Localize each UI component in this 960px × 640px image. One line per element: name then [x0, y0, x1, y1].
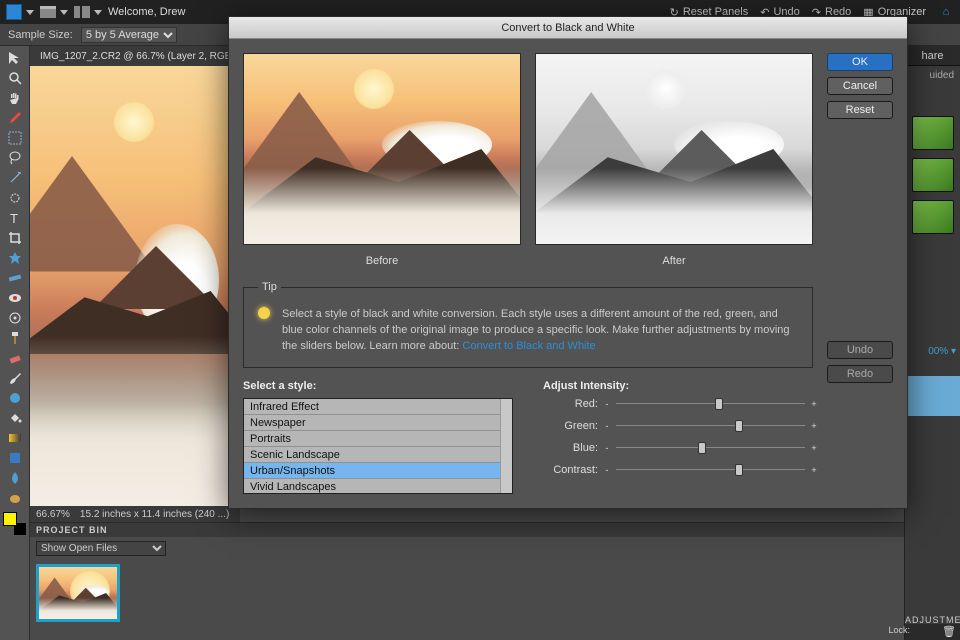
tip-legend: Tip — [258, 281, 281, 293]
toolbox: T — [0, 46, 30, 640]
move-tool[interactable] — [4, 48, 26, 67]
quickselect-tool[interactable] — [4, 188, 26, 207]
cookie-tool[interactable] — [4, 248, 26, 267]
effect-thumb[interactable] — [912, 116, 954, 150]
lasso-tool[interactable] — [4, 148, 26, 167]
straighten-tool[interactable] — [4, 268, 26, 287]
style-listbox[interactable]: Infrared Effect Newspaper Portraits Scen… — [243, 398, 513, 494]
adjust-intensity-label: Adjust Intensity: — [543, 380, 813, 392]
convert-bw-dialog: Convert to Black and White Before After — [228, 16, 908, 509]
style-item-infrared[interactable]: Infrared Effect — [244, 399, 512, 415]
sample-size-select[interactable]: 5 by 5 Average — [81, 27, 177, 43]
document-tab[interactable]: IMG_1207_2.CR2 @ 66.7% (Layer 2, RGB/8) … — [30, 46, 261, 66]
reset-button[interactable]: Reset — [827, 101, 893, 119]
sponge-tool[interactable] — [4, 488, 26, 507]
blue-label: Blue: — [543, 442, 598, 454]
style-item-newspaper[interactable]: Newspaper — [244, 415, 512, 431]
hand-tool[interactable] — [4, 88, 26, 107]
cancel-button[interactable]: Cancel — [827, 77, 893, 95]
tip-box: Tip Select a style of black and white co… — [243, 281, 813, 368]
sample-size-label: Sample Size: — [8, 29, 73, 41]
style-item-portraits[interactable]: Portraits — [244, 431, 512, 447]
ok-button[interactable]: OK — [827, 53, 893, 71]
green-label: Green: — [543, 420, 598, 432]
dialog-undo-button[interactable]: Undo — [827, 341, 893, 359]
spot-tool[interactable] — [4, 308, 26, 327]
bulb-icon — [258, 307, 270, 319]
zoom-tool[interactable] — [4, 68, 26, 87]
smart-tool[interactable] — [4, 388, 26, 407]
dialog-title: Convert to Black and White — [229, 17, 907, 39]
lock-label: Lock: — [888, 625, 910, 635]
style-item-vivid[interactable]: Vivid Landscapes — [244, 479, 512, 494]
wand-tool[interactable] — [4, 168, 26, 187]
red-slider[interactable]: -+ — [608, 400, 813, 408]
layer-panel-footer: Lock: 🗑 — [905, 624, 960, 640]
status-bar: 66.67% 15.2 inches x 11.4 inches (240 ..… — [30, 506, 240, 522]
doc-dims: 15.2 inches x 11.4 inches (240 ...) — [80, 509, 229, 520]
contrast-label: Contrast: — [543, 464, 598, 476]
project-bin: PROJECT BIN Show Open Files — [30, 522, 904, 640]
marquee-tool[interactable] — [4, 128, 26, 147]
blur-tool[interactable] — [4, 468, 26, 487]
canvas[interactable] — [30, 66, 240, 516]
green-slider[interactable]: -+ — [608, 422, 813, 430]
tip-link[interactable]: Convert to Black and White — [462, 340, 595, 352]
style-item-scenic[interactable]: Scenic Landscape — [244, 447, 512, 463]
dialog-redo-button[interactable]: Redo — [827, 365, 893, 383]
app-logo — [6, 4, 22, 20]
clone-tool[interactable] — [4, 328, 26, 347]
bucket-tool[interactable] — [4, 408, 26, 427]
color-swatches[interactable] — [3, 512, 27, 536]
before-label: Before — [366, 255, 398, 267]
eyedropper-tool[interactable] — [4, 108, 26, 127]
before-preview — [243, 53, 521, 245]
select-style-label: Select a style: — [243, 380, 513, 392]
project-bin-filter[interactable]: Show Open Files — [36, 541, 166, 556]
after-label: After — [662, 255, 685, 267]
welcome-text: Welcome, Drew — [108, 6, 185, 18]
right-panels: hare uided 00% ▾ ADJUSTMENTS Lock: 🗑 — [904, 46, 960, 640]
shape-tool[interactable] — [4, 448, 26, 467]
after-preview — [535, 53, 813, 245]
panels-menu[interactable] — [74, 6, 102, 18]
layout-menu[interactable] — [40, 6, 68, 18]
contrast-slider[interactable]: -+ — [608, 466, 813, 474]
zoom-value: 66.67% — [36, 509, 70, 520]
eraser-tool[interactable] — [4, 348, 26, 367]
share-tab[interactable]: hare — [905, 46, 960, 66]
guided-tab-fragment: uided — [905, 66, 960, 85]
home-icon[interactable]: ⌂ — [938, 4, 954, 20]
project-bin-header: PROJECT BIN — [30, 523, 904, 537]
style-item-urban[interactable]: Urban/Snapshots — [244, 463, 512, 479]
redeye-tool[interactable] — [4, 288, 26, 307]
project-bin-thumb[interactable] — [36, 564, 120, 622]
zoom-percent-fragment[interactable]: 00% ▾ — [928, 346, 956, 357]
effect-thumb[interactable] — [912, 200, 954, 234]
brush-tool[interactable] — [4, 368, 26, 387]
ps-menu[interactable] — [6, 4, 34, 20]
red-label: Red: — [543, 398, 598, 410]
crop-tool[interactable] — [4, 228, 26, 247]
svg-text:T: T — [10, 211, 18, 226]
blue-slider[interactable]: -+ — [608, 444, 813, 452]
type-tool[interactable]: T — [4, 208, 26, 227]
trash-icon[interactable]: 🗑 — [942, 625, 956, 638]
effect-thumb[interactable] — [912, 158, 954, 192]
gradient-tool[interactable] — [4, 428, 26, 447]
listbox-scrollbar[interactable] — [500, 399, 512, 493]
